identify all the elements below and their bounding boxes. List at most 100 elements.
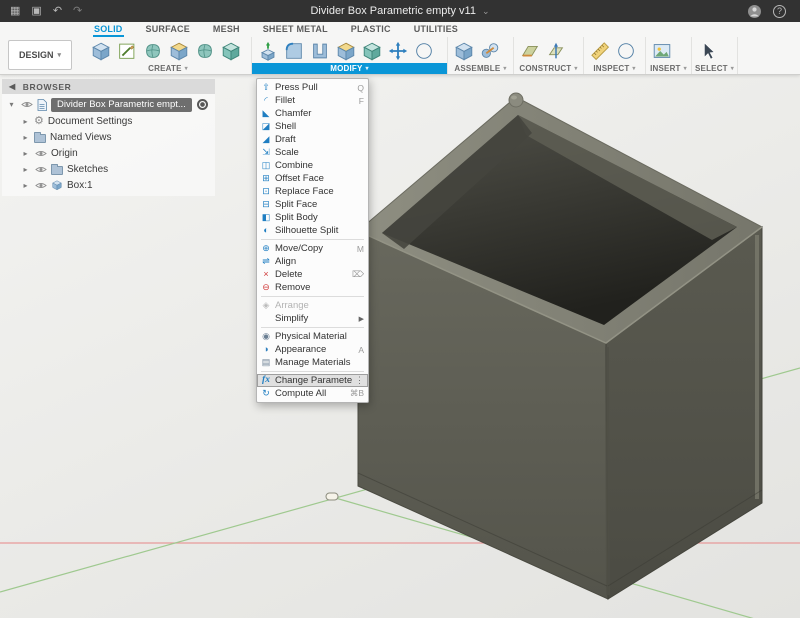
browser-item-named-views[interactable]: ▸ Named Views	[2, 129, 215, 145]
menu-item-scale[interactable]: ⇲Scale	[257, 146, 368, 159]
toolbar-group-label-inspect[interactable]: INSPECT▾	[584, 63, 645, 74]
menu-item-move-copy[interactable]: ⊕Move/CopyM	[257, 242, 368, 255]
manage-materials-icon: ▤	[260, 358, 272, 367]
menu-item-split-face[interactable]: ⊟Split Face	[257, 198, 368, 211]
insert-image-icon[interactable]	[649, 38, 674, 63]
activate-component-radio[interactable]	[197, 99, 208, 110]
create-sketch-icon[interactable]	[114, 38, 139, 63]
toolbar-group-label-insert[interactable]: INSERT▾	[646, 63, 691, 74]
menu-item-offset-face[interactable]: ⊞Offset Face	[257, 172, 368, 185]
expand-triangle-icon[interactable]: ▸	[21, 181, 30, 190]
move-copy-icon[interactable]	[385, 38, 410, 63]
menu-item-silhouette-split[interactable]: ◐Silhouette Split	[257, 224, 368, 237]
expand-triangle-icon[interactable]: ▸	[21, 117, 30, 126]
menu-item-shell[interactable]: ◪Shell	[257, 120, 368, 133]
combine-icon[interactable]	[333, 38, 358, 63]
browser-root-row[interactable]: ▾ Divider Box Parametric empt...	[2, 96, 215, 113]
toolbar-group-label-construct[interactable]: CONSTRUCT▾	[514, 63, 583, 74]
tab-sheet-metal[interactable]: SHEET METAL	[262, 22, 329, 37]
select-icon[interactable]	[695, 38, 720, 63]
assemble-component-icon[interactable]	[451, 38, 476, 63]
toolbar-group-label-select[interactable]: SELECT▾	[692, 63, 737, 74]
tab-solid[interactable]: SOLID	[93, 22, 124, 37]
tab-mesh[interactable]: MESH	[212, 22, 241, 37]
browser-header[interactable]: ◀ BROWSER	[2, 79, 215, 94]
menu-item-manage-materials[interactable]: ▤Manage Materials	[257, 356, 368, 369]
help-icon[interactable]: ?	[773, 5, 786, 18]
user-avatar-icon[interactable]	[748, 5, 761, 18]
create-form-icon[interactable]	[140, 38, 165, 63]
toolbar-group-icons	[514, 37, 583, 63]
browser-item-document-settings[interactable]: ▸⚙Document Settings	[2, 113, 215, 129]
section-analysis-icon[interactable]	[613, 38, 638, 63]
tab-utilities[interactable]: UTILITIES	[413, 22, 459, 37]
toolbar-group-label-modify[interactable]: MODIFY▾	[252, 63, 447, 74]
menu-item-align[interactable]: ⇌Align	[257, 255, 368, 268]
arrange-icon: ◈	[260, 301, 272, 310]
menu-shortcut: A	[358, 345, 365, 355]
document-title[interactable]: Divider Box Parametric empty v11 ⌄	[310, 5, 489, 17]
menu-item-press-pull[interactable]: ⇧Press PullQ	[257, 81, 368, 94]
offset-face-icon[interactable]	[359, 38, 384, 63]
menu-item-compute-all[interactable]: ↻Compute All⌘B	[257, 387, 368, 400]
visibility-eye-icon[interactable]	[34, 149, 47, 158]
shell-icon[interactable]	[307, 38, 332, 63]
expand-triangle-icon[interactable]: ▸	[21, 133, 30, 142]
menu-item-label: Shell	[275, 121, 365, 132]
tab-surface[interactable]: SURFACE	[145, 22, 191, 37]
fillet-icon[interactable]	[281, 38, 306, 63]
browser-item-origin[interactable]: ▸Origin	[2, 145, 215, 161]
new-component-icon[interactable]	[88, 38, 113, 63]
expand-triangle-icon[interactable]: ▸	[21, 149, 30, 158]
menu-item-draft[interactable]: ◢Draft	[257, 133, 368, 146]
menu-item-change-parameters[interactable]: fxChange Parameters⋮	[257, 374, 368, 387]
chevron-down-icon: ⌄	[482, 6, 490, 17]
visibility-eye-icon[interactable]	[20, 100, 33, 109]
remove-icon: ⊖	[260, 283, 272, 292]
pattern-icon[interactable]	[218, 38, 243, 63]
toolbar-group-label-assemble[interactable]: ASSEMBLE▾	[448, 63, 513, 74]
menu-item-remove[interactable]: ⊖Remove	[257, 281, 368, 294]
menu-item-delete[interactable]: ×Delete⌦	[257, 268, 368, 281]
undo-icon[interactable]: ↶	[53, 6, 62, 17]
design-workspace-button[interactable]: DESIGN ▾	[8, 40, 72, 70]
measure-icon[interactable]	[587, 38, 612, 63]
menu-item-combine[interactable]: ◫Combine	[257, 159, 368, 172]
expand-triangle-icon[interactable]: ▾	[7, 100, 16, 109]
redo-icon[interactable]: ↷	[73, 6, 82, 17]
browser-item-label: Named Views	[50, 132, 112, 143]
tab-plastic[interactable]: PLASTIC	[350, 22, 392, 37]
toolbar-group-label-create[interactable]: CREATE▾	[85, 63, 251, 74]
press-pull-icon[interactable]	[255, 38, 280, 63]
browser-item-sketches[interactable]: ▸Sketches	[2, 161, 215, 177]
menu-item-chamfer[interactable]: ◣Chamfer	[257, 107, 368, 120]
construct-plane-icon[interactable]	[517, 38, 542, 63]
collapse-panel-icon[interactable]: ◀	[9, 82, 16, 91]
visibility-eye-icon[interactable]	[34, 181, 47, 190]
browser-item-box-1[interactable]: ▸Box:1	[2, 177, 215, 193]
tear-off-handle-icon[interactable]: ⋮	[355, 375, 365, 386]
apps-grid-icon[interactable]: ▦	[10, 6, 20, 17]
toolbar-group-icons	[252, 37, 447, 63]
appearance-icon: ◑	[260, 345, 272, 354]
menu-item-appearance[interactable]: ◑AppearanceA	[257, 343, 368, 356]
create-base-feature-icon[interactable]	[166, 38, 191, 63]
titlebar-left-icons: ▦ ▣ ↶ ↷	[0, 6, 82, 17]
box-body-model[interactable]	[358, 93, 762, 599]
visibility-eye-icon[interactable]	[34, 165, 47, 174]
menu-item-fillet[interactable]: ◜FilletF	[257, 94, 368, 107]
appearance-icon[interactable]	[411, 38, 436, 63]
menu-separator	[261, 296, 364, 297]
menu-item-replace-face[interactable]: ⊡Replace Face	[257, 185, 368, 198]
construct-axis-icon[interactable]	[543, 38, 568, 63]
origin-marker[interactable]	[326, 493, 338, 500]
create-mesh-icon[interactable]	[192, 38, 217, 63]
root-component-name[interactable]: Divider Box Parametric empt...	[51, 98, 192, 112]
save-icon[interactable]: ▣	[31, 6, 41, 17]
expand-triangle-icon[interactable]: ▸	[21, 165, 30, 174]
menu-item-simplify[interactable]: Simplify▶	[257, 312, 368, 325]
fusion-window: ▦▣↶↷ Divider Box Parametric empty v11 ⌄ …	[0, 0, 800, 618]
menu-item-physical-material[interactable]: ◉Physical Material	[257, 330, 368, 343]
joint-icon[interactable]	[477, 38, 502, 63]
menu-item-split-body[interactable]: ◧Split Body	[257, 211, 368, 224]
